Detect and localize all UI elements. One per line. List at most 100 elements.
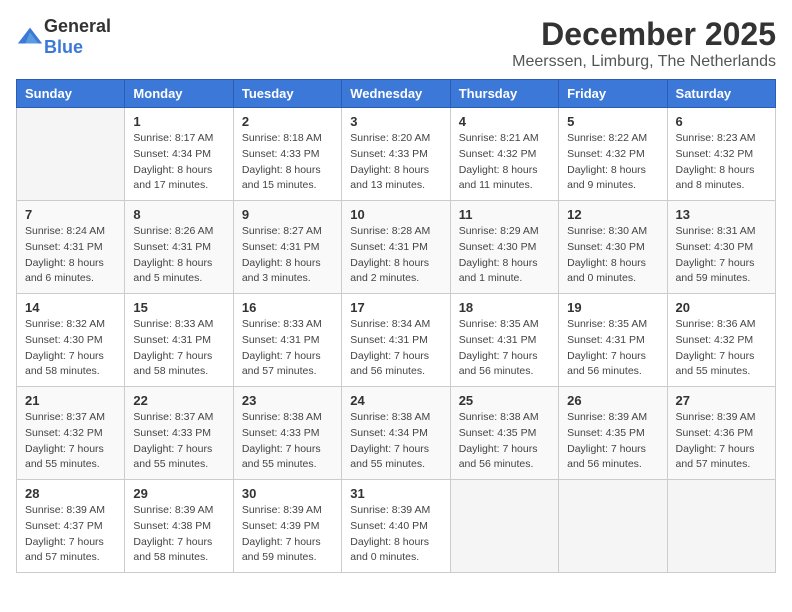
day-info: Sunrise: 8:38 AM Sunset: 4:35 PM Dayligh… — [459, 410, 550, 473]
location-title: Meerssen, Limburg, The Netherlands — [512, 53, 776, 71]
calendar-header: SundayMondayTuesdayWednesdayThursdayFrid… — [17, 80, 776, 108]
weekday-header-sunday: Sunday — [17, 80, 125, 108]
day-number: 17 — [350, 300, 441, 315]
day-info: Sunrise: 8:32 AM Sunset: 4:30 PM Dayligh… — [25, 317, 116, 380]
day-number: 10 — [350, 207, 441, 222]
weekday-header-tuesday: Tuesday — [233, 80, 341, 108]
day-number: 15 — [133, 300, 224, 315]
calendar-cell: 13Sunrise: 8:31 AM Sunset: 4:30 PM Dayli… — [667, 201, 775, 294]
title-area: December 2025 Meerssen, Limburg, The Net… — [512, 16, 776, 71]
day-number: 29 — [133, 486, 224, 501]
day-number: 31 — [350, 486, 441, 501]
day-info: Sunrise: 8:26 AM Sunset: 4:31 PM Dayligh… — [133, 224, 224, 287]
day-info: Sunrise: 8:39 AM Sunset: 4:38 PM Dayligh… — [133, 503, 224, 566]
day-number: 3 — [350, 114, 441, 129]
day-number: 8 — [133, 207, 224, 222]
calendar-cell: 14Sunrise: 8:32 AM Sunset: 4:30 PM Dayli… — [17, 294, 125, 387]
day-info: Sunrise: 8:27 AM Sunset: 4:31 PM Dayligh… — [242, 224, 333, 287]
calendar-cell: 22 Sunrise: 8:37 AM Sunset: 4:33 PM Dayli… — [125, 387, 233, 480]
day-info: Sunrise: 8:35 AM Sunset: 4:31 PM Dayligh… — [459, 317, 550, 380]
day-info: Sunrise: 8:38 AM Sunset: 4:33 PM Dayligh… — [242, 410, 333, 473]
day-number: 11 — [459, 207, 550, 222]
logo-general: General — [44, 16, 111, 36]
calendar-cell: 6 Sunrise: 8:23 AM Sunset: 4:32 PM Daylig… — [667, 108, 775, 201]
day-number: 27 — [676, 393, 767, 408]
day-info: Sunrise: 8:29 AM Sunset: 4:30 PM Dayligh… — [459, 224, 550, 287]
calendar-cell: 9 Sunrise: 8:27 AM Sunset: 4:31 PM Daylig… — [233, 201, 341, 294]
weekday-header-friday: Friday — [559, 80, 667, 108]
day-info: Sunrise: 8:20 AM Sunset: 4:33 PM Dayligh… — [350, 131, 441, 194]
day-number: 23 — [242, 393, 333, 408]
calendar-cell: 10 Sunrise: 8:28 AM Sunset: 4:31 PM Dayli… — [342, 201, 450, 294]
weekday-header-thursday: Thursday — [450, 80, 558, 108]
day-info: Sunrise: 8:33 AM Sunset: 4:31 PM Dayligh… — [133, 317, 224, 380]
day-info: Sunrise: 8:33 AM Sunset: 4:31 PM Dayligh… — [242, 317, 333, 380]
day-number: 2 — [242, 114, 333, 129]
calendar-week-1: 1Sunrise: 8:17 AM Sunset: 4:34 PM Daylig… — [17, 108, 776, 201]
day-info: Sunrise: 8:35 AM Sunset: 4:31 PM Dayligh… — [567, 317, 658, 380]
calendar-cell — [450, 480, 558, 573]
day-number: 4 — [459, 114, 550, 129]
day-info: Sunrise: 8:21 AM Sunset: 4:32 PM Dayligh… — [459, 131, 550, 194]
calendar-cell: 5 Sunrise: 8:22 AM Sunset: 4:32 PM Daylig… — [559, 108, 667, 201]
calendar-cell — [559, 480, 667, 573]
calendar-cell: 27 Sunrise: 8:39 AM Sunset: 4:36 PM Dayli… — [667, 387, 775, 480]
calendar-body: 1Sunrise: 8:17 AM Sunset: 4:34 PM Daylig… — [17, 108, 776, 573]
day-info: Sunrise: 8:37 AM Sunset: 4:33 PM Dayligh… — [133, 410, 224, 473]
calendar-week-2: 7 Sunrise: 8:24 AM Sunset: 4:31 PM Daylig… — [17, 201, 776, 294]
calendar-cell: 30Sunrise: 8:39 AM Sunset: 4:39 PM Dayli… — [233, 480, 341, 573]
day-info: Sunrise: 8:30 AM Sunset: 4:30 PM Dayligh… — [567, 224, 658, 287]
calendar-cell: 8 Sunrise: 8:26 AM Sunset: 4:31 PM Daylig… — [125, 201, 233, 294]
day-number: 5 — [567, 114, 658, 129]
day-number: 6 — [676, 114, 767, 129]
weekday-header-saturday: Saturday — [667, 80, 775, 108]
day-info: Sunrise: 8:38 AM Sunset: 4:34 PM Dayligh… — [350, 410, 441, 473]
calendar-cell: 12Sunrise: 8:30 AM Sunset: 4:30 PM Dayli… — [559, 201, 667, 294]
calendar-cell: 19 Sunrise: 8:35 AM Sunset: 4:31 PM Dayli… — [559, 294, 667, 387]
day-info: Sunrise: 8:22 AM Sunset: 4:32 PM Dayligh… — [567, 131, 658, 194]
month-title: December 2025 — [512, 16, 776, 53]
day-info: Sunrise: 8:39 AM Sunset: 4:36 PM Dayligh… — [676, 410, 767, 473]
day-number: 22 — [133, 393, 224, 408]
calendar-cell: 24 Sunrise: 8:38 AM Sunset: 4:34 PM Dayli… — [342, 387, 450, 480]
page-header: General Blue December 2025 Meerssen, Lim… — [16, 16, 776, 71]
calendar-cell — [667, 480, 775, 573]
calendar-cell: 16 Sunrise: 8:33 AM Sunset: 4:31 PM Dayli… — [233, 294, 341, 387]
day-info: Sunrise: 8:37 AM Sunset: 4:32 PM Dayligh… — [25, 410, 116, 473]
calendar-cell: 1Sunrise: 8:17 AM Sunset: 4:34 PM Daylig… — [125, 108, 233, 201]
day-number: 19 — [567, 300, 658, 315]
day-number: 21 — [25, 393, 116, 408]
day-number: 7 — [25, 207, 116, 222]
day-number: 24 — [350, 393, 441, 408]
calendar-cell: 23 Sunrise: 8:38 AM Sunset: 4:33 PM Dayli… — [233, 387, 341, 480]
logo-icon — [16, 23, 44, 51]
calendar-cell: 15 Sunrise: 8:33 AM Sunset: 4:31 PM Dayli… — [125, 294, 233, 387]
logo: General Blue — [16, 16, 111, 58]
day-number: 9 — [242, 207, 333, 222]
calendar-cell: 3 Sunrise: 8:20 AM Sunset: 4:33 PM Daylig… — [342, 108, 450, 201]
calendar-cell — [17, 108, 125, 201]
day-info: Sunrise: 8:39 AM Sunset: 4:40 PM Dayligh… — [350, 503, 441, 566]
day-number: 28 — [25, 486, 116, 501]
calendar-week-5: 28 Sunrise: 8:39 AM Sunset: 4:37 PM Dayli… — [17, 480, 776, 573]
day-info: Sunrise: 8:24 AM Sunset: 4:31 PM Dayligh… — [25, 224, 116, 287]
day-number: 13 — [676, 207, 767, 222]
day-number: 16 — [242, 300, 333, 315]
calendar-cell: 11 Sunrise: 8:29 AM Sunset: 4:30 PM Dayli… — [450, 201, 558, 294]
calendar-week-4: 21 Sunrise: 8:37 AM Sunset: 4:32 PM Dayli… — [17, 387, 776, 480]
calendar-cell: 7 Sunrise: 8:24 AM Sunset: 4:31 PM Daylig… — [17, 201, 125, 294]
day-info: Sunrise: 8:28 AM Sunset: 4:31 PM Dayligh… — [350, 224, 441, 287]
calendar-week-3: 14Sunrise: 8:32 AM Sunset: 4:30 PM Dayli… — [17, 294, 776, 387]
day-info: Sunrise: 8:23 AM Sunset: 4:32 PM Dayligh… — [676, 131, 767, 194]
day-info: Sunrise: 8:18 AM Sunset: 4:33 PM Dayligh… — [242, 131, 333, 194]
calendar-cell: 17Sunrise: 8:34 AM Sunset: 4:31 PM Dayli… — [342, 294, 450, 387]
day-number: 26 — [567, 393, 658, 408]
calendar-cell: 31 Sunrise: 8:39 AM Sunset: 4:40 PM Dayli… — [342, 480, 450, 573]
calendar-cell: 26Sunrise: 8:39 AM Sunset: 4:35 PM Dayli… — [559, 387, 667, 480]
calendar-cell: 2 Sunrise: 8:18 AM Sunset: 4:33 PM Daylig… — [233, 108, 341, 201]
day-info: Sunrise: 8:39 AM Sunset: 4:37 PM Dayligh… — [25, 503, 116, 566]
calendar-cell: 28 Sunrise: 8:39 AM Sunset: 4:37 PM Dayli… — [17, 480, 125, 573]
logo-blue: Blue — [44, 37, 83, 57]
calendar-table: SundayMondayTuesdayWednesdayThursdayFrid… — [16, 79, 776, 573]
day-number: 18 — [459, 300, 550, 315]
